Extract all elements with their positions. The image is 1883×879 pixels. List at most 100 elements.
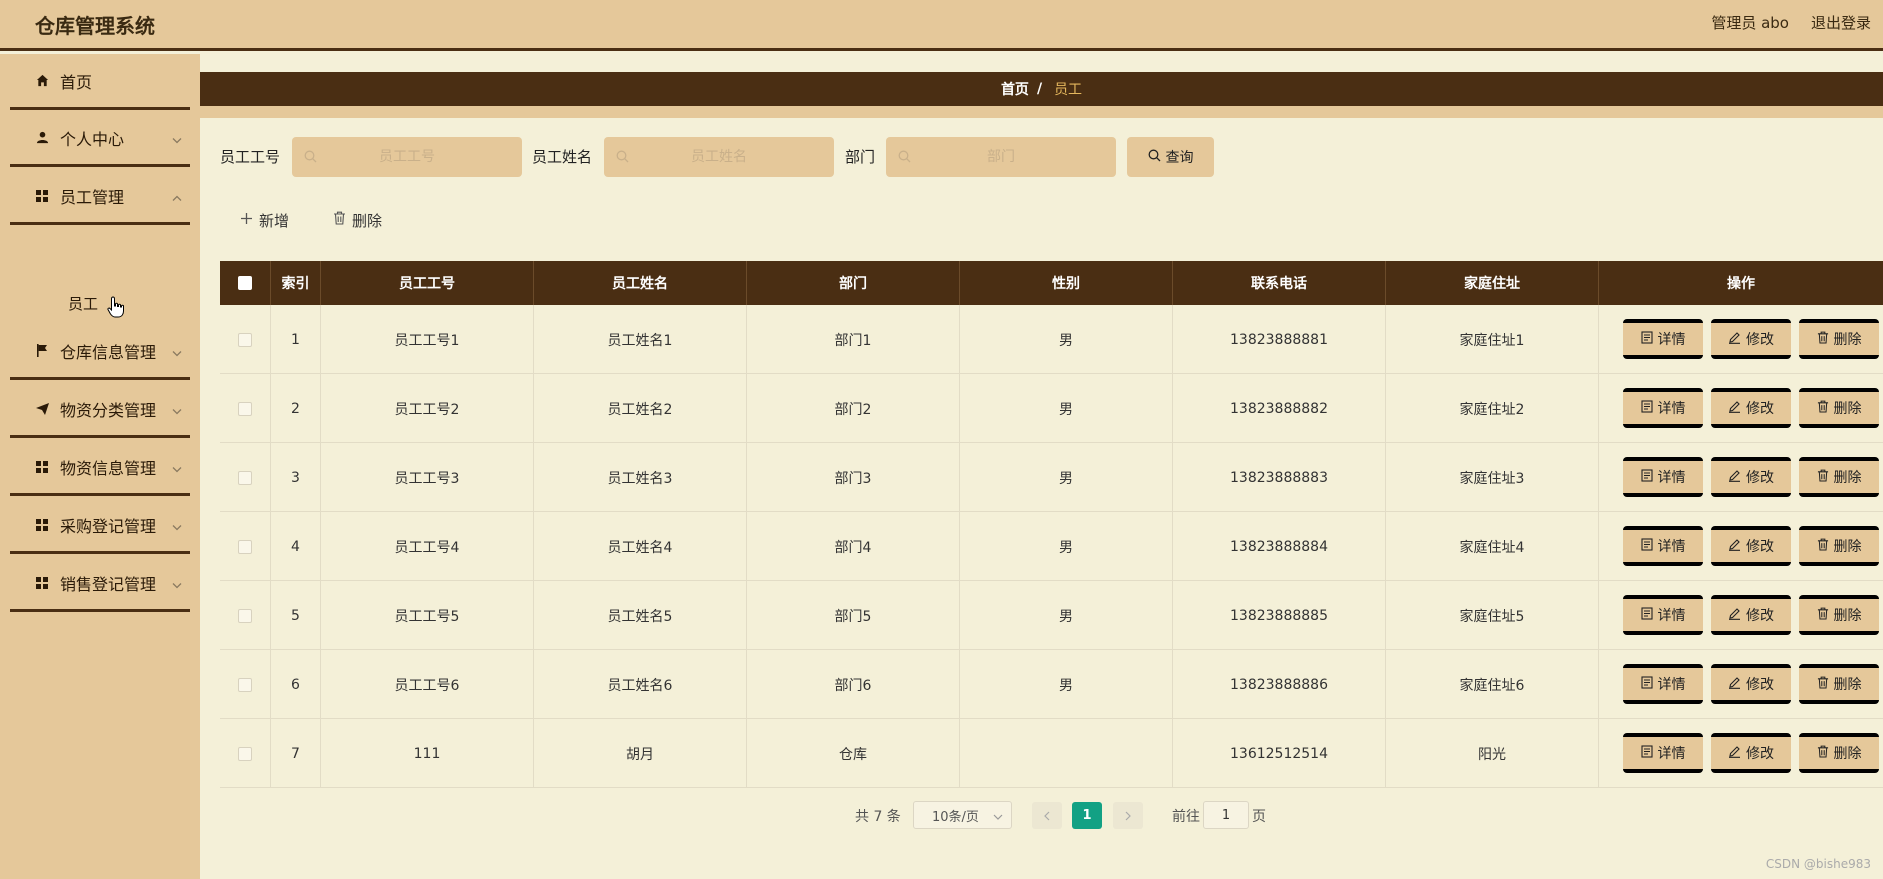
- batch-delete-button[interactable]: 删除: [333, 207, 382, 233]
- cell-emp-id: 员工工号1: [321, 305, 534, 374]
- row-checkbox[interactable]: [238, 470, 252, 485]
- detail-button[interactable]: 详情: [1623, 319, 1703, 359]
- detail-button[interactable]: 详情: [1623, 664, 1703, 704]
- breadcrumb-separator: /: [1036, 81, 1043, 97]
- chevron-down-icon: [172, 515, 182, 534]
- sidebar-item-material-mgmt[interactable]: 物资信息管理: [10, 440, 190, 496]
- delete-button[interactable]: 删除: [1799, 526, 1879, 566]
- detail-button[interactable]: 详情: [1623, 595, 1703, 635]
- row-checkbox[interactable]: [238, 401, 252, 416]
- header-actions: 操作: [1727, 276, 1755, 292]
- delete-button[interactable]: 删除: [1799, 733, 1879, 773]
- edit-button-label: 修改: [1746, 470, 1774, 486]
- trash-icon: [333, 211, 346, 229]
- breadcrumb-current: 员工: [1054, 82, 1083, 98]
- edit-icon: [1728, 607, 1741, 624]
- cell-phone: 13823888882: [1173, 374, 1386, 443]
- watermark: CSDN @bishe983: [1765, 857, 1871, 871]
- delete-button-label: 删除: [1833, 332, 1862, 348]
- query-button-label: 查询: [1165, 150, 1194, 166]
- search-icon: [898, 149, 911, 167]
- header-user-area: 管理员 abo 退出登录: [1711, 12, 1871, 33]
- trash-icon: [1817, 331, 1829, 348]
- select-all-checkbox[interactable]: [238, 276, 252, 290]
- row-checkbox[interactable]: [238, 332, 252, 347]
- delete-button-label: 删除: [1833, 539, 1862, 555]
- cell-emp-id: 111: [321, 719, 534, 788]
- edit-icon: [1728, 400, 1741, 417]
- emp-id-search[interactable]: [292, 137, 522, 177]
- sidebar-item-home[interactable]: 首页: [10, 54, 190, 110]
- sidebar-item-purchase-mgmt[interactable]: 采购登记管理: [10, 498, 190, 554]
- cell-index: 5: [271, 581, 321, 650]
- header-emp-id: 员工工号: [321, 261, 534, 305]
- edit-button[interactable]: 修改: [1711, 595, 1791, 635]
- table-row: 3 员工工号3 员工姓名3 部门3 男 13823888883 家庭住址3 详情 修改 删除: [220, 443, 1883, 512]
- sidebar-subitem-employee[interactable]: 员工: [10, 282, 190, 324]
- cell-gender: 男: [960, 581, 1173, 650]
- edit-button[interactable]: 修改: [1711, 319, 1791, 359]
- logout-link[interactable]: 退出登录: [1811, 12, 1871, 33]
- emp-id-input[interactable]: [292, 137, 522, 177]
- edit-button[interactable]: 修改: [1711, 457, 1791, 497]
- page-number-current[interactable]: 1: [1072, 802, 1102, 829]
- cell-emp-name: 员工姓名2: [534, 374, 747, 443]
- edit-button[interactable]: 修改: [1711, 526, 1791, 566]
- add-button[interactable]: 新增: [240, 207, 289, 233]
- row-checkbox[interactable]: [238, 677, 252, 692]
- dept-search[interactable]: [886, 137, 1116, 177]
- detail-button[interactable]: 详情: [1623, 388, 1703, 428]
- detail-button-label: 详情: [1657, 608, 1686, 624]
- cell-address: 家庭住址1: [1386, 305, 1599, 374]
- detail-button-label: 详情: [1657, 746, 1686, 762]
- page-suffix: 页: [1252, 809, 1266, 825]
- detail-button[interactable]: 详情: [1623, 526, 1703, 566]
- next-page-button[interactable]: [1113, 802, 1143, 829]
- dept-input[interactable]: [886, 137, 1116, 177]
- detail-button[interactable]: 详情: [1623, 733, 1703, 773]
- delete-button-label: 删除: [1833, 608, 1862, 624]
- document-icon: [1640, 744, 1653, 762]
- cell-emp-name: 员工姓名4: [534, 512, 747, 581]
- search-icon: [304, 149, 317, 167]
- delete-button[interactable]: 删除: [1799, 664, 1879, 704]
- sidebar-item-sales-mgmt[interactable]: 销售登记管理: [10, 556, 190, 612]
- emp-name-input[interactable]: [604, 137, 834, 177]
- detail-button[interactable]: 详情: [1623, 457, 1703, 497]
- sidebar-item-category-mgmt[interactable]: 物资分类管理: [10, 382, 190, 438]
- cell-dept: 部门4: [747, 512, 960, 581]
- delete-button[interactable]: 删除: [1799, 595, 1879, 635]
- delete-button[interactable]: 删除: [1799, 388, 1879, 428]
- sidebar-item-employee-mgmt[interactable]: 员工管理: [10, 169, 190, 225]
- edit-button[interactable]: 修改: [1711, 664, 1791, 704]
- cell-emp-name: 胡月: [534, 719, 747, 788]
- edit-button[interactable]: 修改: [1711, 733, 1791, 773]
- document-icon: [1640, 675, 1653, 693]
- chevron-down-icon: [172, 457, 182, 476]
- chevron-left-icon: [1044, 807, 1050, 825]
- row-checkbox[interactable]: [238, 746, 252, 761]
- sidebar-item-warehouse-mgmt[interactable]: 仓库信息管理: [10, 324, 190, 380]
- delete-button-label: 删除: [1833, 470, 1862, 486]
- user-label[interactable]: 管理员 abo: [1711, 12, 1789, 33]
- emp-name-search[interactable]: [604, 137, 834, 177]
- prev-page-button[interactable]: [1032, 802, 1062, 829]
- edit-button[interactable]: 修改: [1711, 388, 1791, 428]
- sidebar-item-label: 销售登记管理: [60, 574, 157, 594]
- delete-button[interactable]: 删除: [1799, 457, 1879, 497]
- search-icon: [616, 149, 629, 167]
- edit-icon: [1728, 676, 1741, 693]
- cell-dept: 部门1: [747, 305, 960, 374]
- row-checkbox[interactable]: [238, 608, 252, 623]
- breadcrumb-home[interactable]: 首页: [1001, 79, 1029, 99]
- cell-index: 2: [271, 374, 321, 443]
- delete-button[interactable]: 删除: [1799, 319, 1879, 359]
- row-checkbox[interactable]: [238, 539, 252, 554]
- query-button[interactable]: 查询: [1127, 137, 1214, 177]
- goto-page-input[interactable]: [1203, 801, 1249, 829]
- page-size-select[interactable]: 10条/页: [913, 801, 1012, 829]
- cell-emp-id: 员工工号4: [321, 512, 534, 581]
- sidebar-item-profile[interactable]: 个人中心: [10, 111, 190, 167]
- breadcrumb-underline: [200, 106, 1883, 118]
- header-phone: 联系电话: [1173, 261, 1386, 305]
